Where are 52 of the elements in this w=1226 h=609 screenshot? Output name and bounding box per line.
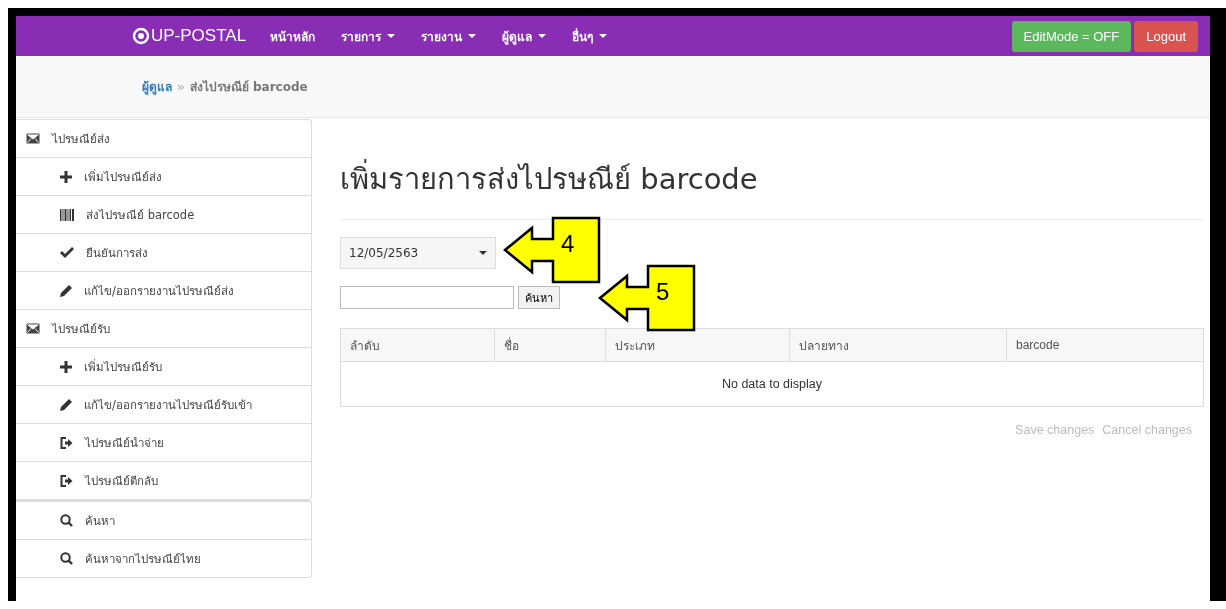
nav-menu-item[interactable]: ผู้ดูแล xyxy=(502,26,547,46)
callout-number: 4 xyxy=(561,230,575,258)
sidebar-section[interactable]: ไปรษณีย์รับ xyxy=(16,309,311,347)
exit-icon xyxy=(60,436,73,449)
plus-icon xyxy=(60,170,72,183)
column-header[interactable]: barcode xyxy=(1006,329,1203,361)
pencil-icon xyxy=(60,398,72,411)
sidebar-item[interactable]: เพิ่มไปรษณีย์รับ xyxy=(16,347,311,385)
brand-name: UP-POSTAL xyxy=(151,26,247,46)
sidebar-item[interactable]: เพิ่มไปรษณีย์ส่ง xyxy=(16,157,311,195)
nav-menu-item[interactable]: หน้าหลัก xyxy=(270,26,316,46)
page-title: เพิ่มรายการส่งไปรษณีย์ barcode xyxy=(340,156,1204,202)
ring-icon xyxy=(132,27,150,45)
sidebar-section[interactable]: ไปรษณีย์ส่ง xyxy=(16,120,311,157)
pencil-icon xyxy=(60,284,72,297)
nav-menu-item[interactable]: รายงาน xyxy=(421,26,477,46)
sidebar-item[interactable]: ไปรษณีย์นำจ่าย xyxy=(16,423,311,461)
callout-number: 5 xyxy=(656,278,670,306)
search-field[interactable] xyxy=(340,286,514,309)
caret-icon xyxy=(468,34,477,38)
breadcrumb-link[interactable]: ผู้ดูแล xyxy=(142,77,172,96)
envelope-icon xyxy=(26,323,40,334)
caret-icon xyxy=(538,34,547,38)
caret-icon xyxy=(479,251,487,255)
search-icon xyxy=(60,514,73,527)
empty-message: No data to display xyxy=(721,377,823,391)
column-header[interactable]: ปลายทาง xyxy=(789,329,1006,361)
column-header[interactable]: ชื่อ xyxy=(494,329,605,361)
nav-menu-item[interactable]: อื่นๆ xyxy=(572,26,608,46)
sidebar-item[interactable]: ยืนยันการส่ง xyxy=(16,233,311,271)
sidebar-item[interactable]: ค้นหาจากไปรษณีย์ไทย xyxy=(16,539,311,577)
plus-icon xyxy=(60,360,72,373)
search-icon xyxy=(60,552,73,565)
sidebar-item[interactable]: แก้ไข/ออกรายงานไปรษณีย์ส่ง xyxy=(16,271,311,309)
date-select[interactable]: 12/05/2563 xyxy=(340,237,496,269)
barcode-icon xyxy=(60,208,74,221)
exit-icon xyxy=(60,474,73,487)
sidebar-item[interactable]: ค้นหา xyxy=(16,502,311,539)
logout-button[interactable]: Logout xyxy=(1134,20,1198,52)
sidebar-item[interactable]: ส่งไปรษณีย์ barcode xyxy=(16,195,311,233)
envelope-icon xyxy=(26,133,40,144)
brand-logo[interactable]: UP-POSTAL xyxy=(132,26,247,46)
caret-icon xyxy=(599,34,608,38)
page-location-text: ส่งไปรษณีย์ barcode xyxy=(189,79,308,96)
column-header[interactable]: ลำดับ xyxy=(341,329,494,361)
nav-menu-item[interactable]: รายการ xyxy=(341,26,396,46)
caret-icon xyxy=(387,34,396,38)
sidebar-item[interactable]: ไปรษณีย์ตีกลับ xyxy=(16,461,311,499)
sidebar-item[interactable]: แก้ไข/ออกรายงานไปรษณีย์รับเข้า xyxy=(16,385,311,423)
search-button[interactable]: ค้นหา xyxy=(518,286,560,309)
breadcrumb-separator: » xyxy=(177,79,185,94)
check-icon xyxy=(60,247,74,258)
